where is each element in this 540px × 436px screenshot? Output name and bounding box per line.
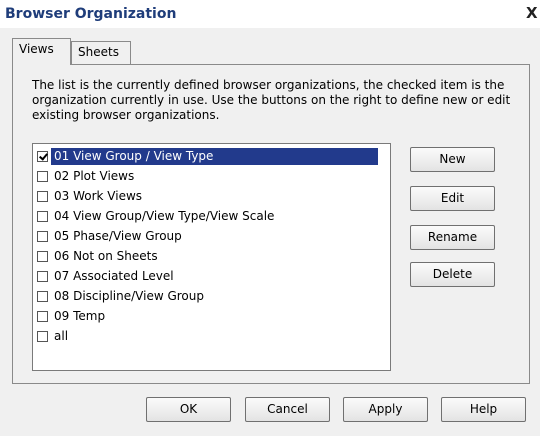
list-item-label: 01 View Group / View Type xyxy=(51,148,378,165)
list-item[interactable]: 02 Plot Views xyxy=(35,168,375,185)
list-item[interactable]: 01 View Group / View Type xyxy=(35,148,378,165)
checkbox[interactable] xyxy=(37,191,48,202)
list-item-label: 08 Discipline/View Group xyxy=(54,289,204,303)
ok-button[interactable]: OK xyxy=(146,397,231,422)
list-item-label: 07 Associated Level xyxy=(54,269,174,283)
list-item[interactable]: 06 Not on Sheets xyxy=(35,248,375,265)
checkbox[interactable] xyxy=(37,211,48,222)
new-button[interactable]: New xyxy=(410,147,495,172)
checkbox[interactable] xyxy=(37,251,48,262)
list-item[interactable]: 09 Temp xyxy=(35,308,375,325)
tab-sheets[interactable]: Sheets xyxy=(71,41,131,65)
checkbox[interactable] xyxy=(37,331,48,342)
close-icon[interactable]: X xyxy=(526,4,540,22)
edit-button[interactable]: Edit xyxy=(410,186,495,211)
checkbox[interactable] xyxy=(37,231,48,242)
checkbox[interactable] xyxy=(37,171,48,182)
organization-list[interactable]: 01 View Group / View Type 02 Plot Views … xyxy=(32,143,391,371)
checkbox[interactable] xyxy=(37,151,48,162)
title-bar: Browser Organization X xyxy=(0,0,540,28)
list-item-label: 06 Not on Sheets xyxy=(54,249,158,263)
cancel-button[interactable]: Cancel xyxy=(245,397,330,422)
list-item[interactable]: 07 Associated Level xyxy=(35,268,375,285)
description-text: The list is the currently defined browse… xyxy=(32,78,511,122)
checkbox[interactable] xyxy=(37,271,48,282)
list-item[interactable]: 08 Discipline/View Group xyxy=(35,288,375,305)
help-button[interactable]: Help xyxy=(441,397,526,422)
list-item-label: 04 View Group/View Type/View Scale xyxy=(54,209,275,223)
list-item[interactable]: 03 Work Views xyxy=(35,188,375,205)
checkbox[interactable] xyxy=(37,311,48,322)
list-item-label: all xyxy=(54,329,69,343)
list-item[interactable]: 05 Phase/View Group xyxy=(35,228,375,245)
list-item-label: 02 Plot Views xyxy=(54,169,135,183)
tab-views[interactable]: Views xyxy=(12,38,71,65)
delete-button[interactable]: Delete xyxy=(410,262,495,287)
list-item-label: 09 Temp xyxy=(54,309,106,323)
list-item[interactable]: 04 View Group/View Type/View Scale xyxy=(35,208,375,225)
rename-button[interactable]: Rename xyxy=(410,225,495,250)
window-title: Browser Organization xyxy=(5,6,177,22)
apply-button[interactable]: Apply xyxy=(343,397,428,422)
list-item-label: 05 Phase/View Group xyxy=(54,229,182,243)
list-item-label: 03 Work Views xyxy=(54,189,143,203)
list-item[interactable]: all xyxy=(35,328,375,345)
checkbox[interactable] xyxy=(37,291,48,302)
